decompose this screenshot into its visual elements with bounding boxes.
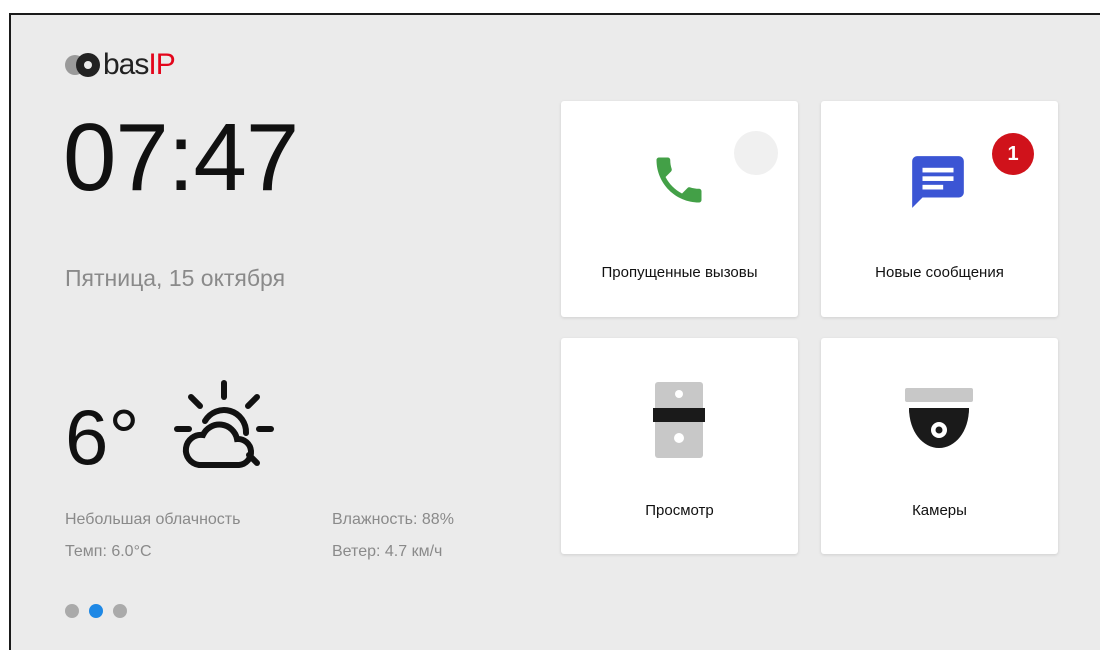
logo-mark-icon: [65, 53, 100, 77]
tile-label-new-messages: Новые сообщения: [875, 264, 1004, 281]
tile-monitor[interactable]: Просмотр: [561, 338, 798, 554]
camera-icon: [905, 388, 973, 448]
home-screen: basIP 07:47 Пятница, 15 октября 6° Небол…: [9, 13, 1100, 650]
tile-label-missed-calls: Пропущенные вызовы: [601, 264, 758, 281]
weather-temperature: 6°: [65, 393, 140, 481]
clock-date: Пятница, 15 октября: [65, 265, 286, 291]
clock-time: 07:47: [63, 104, 299, 211]
weather-humidity: Влажность: 88%: [332, 511, 454, 528]
tile-cameras[interactable]: Камеры: [821, 338, 1058, 554]
message-icon: [912, 156, 964, 208]
unread-badge: 1: [992, 133, 1034, 175]
tile-missed-calls[interactable]: Пропущенные вызовы: [561, 101, 798, 317]
page-indicator: [65, 604, 127, 618]
page-dot-2[interactable]: [89, 604, 103, 618]
tile-label-cameras: Камеры: [912, 502, 967, 519]
logo-text: basIP: [103, 48, 176, 81]
door-panel-icon: [653, 382, 705, 458]
brand-logo: basIP: [65, 48, 176, 81]
tile-label-monitor: Просмотр: [645, 502, 714, 519]
missed-calls-badge-placeholder: [734, 131, 778, 175]
page-dot-1[interactable]: [65, 604, 79, 618]
logo-text-ip: IP: [148, 48, 175, 81]
weather-temp-detail: Темп: 6.0°C: [65, 543, 152, 560]
page-dot-3[interactable]: [113, 604, 127, 618]
weather-wind: Ветер: 4.7 км/ч: [332, 543, 443, 560]
tile-new-messages[interactable]: 1 Новые сообщения: [821, 101, 1058, 317]
partly-cloudy-icon: [174, 380, 274, 468]
weather-condition: Небольшая облачность: [65, 511, 241, 528]
logo-text-bas: bas: [103, 48, 149, 81]
phone-icon: [656, 157, 702, 203]
